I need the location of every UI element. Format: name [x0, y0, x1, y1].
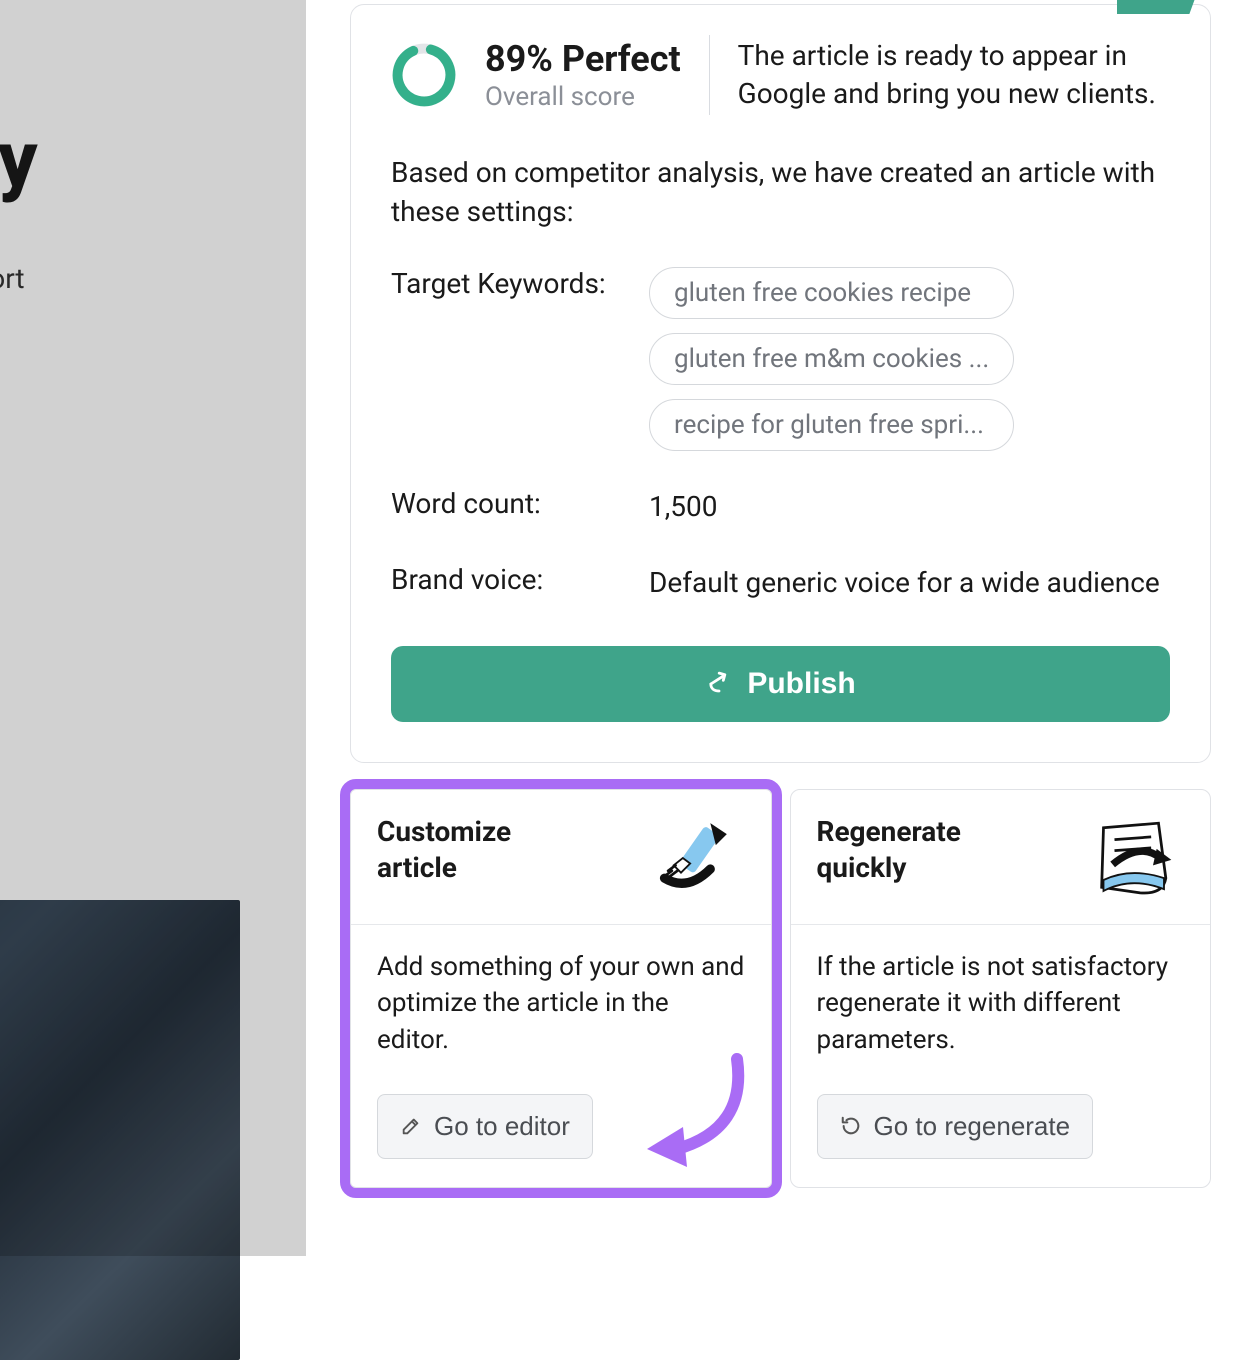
score-ring-icon — [391, 42, 457, 108]
brand-voice-label: Brand voice: — [391, 563, 639, 596]
publish-button-label: Publish — [747, 667, 855, 701]
keyword-pill[interactable]: gluten free cookies recipe — [649, 267, 1014, 319]
article-text-fragment: ese treats at — [0, 683, 306, 721]
brand-voice-value: Default generic voice for a wide audienc… — [649, 563, 1160, 602]
keyword-pill[interactable]: recipe for gluten free spri... — [649, 399, 1014, 451]
regenerate-article-card: Regenerate quickly If the article is not… — [790, 789, 1212, 1188]
word-count-value: 1,500 — [649, 487, 717, 526]
article-text-fragment: rafted to ensure — [0, 567, 306, 605]
vertical-divider — [709, 35, 710, 115]
regenerate-description: If the article is not satisfactory regen… — [817, 949, 1185, 1058]
article-image-placeholder — [0, 900, 240, 1360]
score-ready-text: The article is ready to appear in Google… — [738, 37, 1170, 113]
publish-button[interactable]: Publish — [391, 646, 1170, 722]
go-to-editor-button[interactable]: Go to editor — [377, 1094, 593, 1159]
article-title-fragment: to Try — [0, 120, 306, 202]
competitor-intro-text: Based on competitor analysis, we have cr… — [391, 153, 1170, 231]
refresh-document-icon — [1076, 814, 1186, 904]
regenerate-title: Regenerate quickly — [817, 814, 1017, 887]
article-text-fragment: ce, we've got you — [0, 451, 306, 489]
go-to-regenerate-button[interactable]: Go to regenerate — [817, 1094, 1094, 1159]
keywords-label: Target Keywords: — [391, 267, 639, 300]
pencil-icon — [637, 814, 747, 904]
customize-article-card: Customize article Add something of your … — [350, 789, 772, 1188]
customize-title: Customize article — [377, 814, 577, 887]
article-text-fragment: ? Absolutely not! — [0, 376, 306, 414]
refresh-icon — [840, 1115, 862, 1137]
publish-arrow-icon — [705, 670, 733, 698]
side-panel: 89% Perfect Overall score The article is… — [306, 0, 1237, 1256]
decorative-illustration — [1117, 0, 1197, 14]
customize-description: Add something of your own and optimize t… — [377, 949, 745, 1058]
score-card: 89% Perfect Overall score The article is… — [350, 4, 1211, 763]
go-to-regenerate-label: Go to regenerate — [874, 1111, 1071, 1142]
annotation-arrow-icon — [637, 1049, 757, 1169]
article-text-fragment: nse of comfort — [0, 260, 306, 298]
keyword-pill[interactable]: gluten free m&m cookies ... — [649, 333, 1014, 385]
keywords-pill-list: gluten free cookies recipe gluten free m… — [649, 267, 1014, 451]
score-percent: 89% Perfect — [485, 38, 681, 80]
background-article-preview: to Try nse of comfort ? Absolutely not! … — [0, 0, 306, 1256]
go-to-editor-label: Go to editor — [434, 1111, 570, 1142]
word-count-label: Word count: — [391, 487, 639, 520]
score-label: Overall score — [485, 82, 681, 112]
edit-icon — [400, 1115, 422, 1137]
